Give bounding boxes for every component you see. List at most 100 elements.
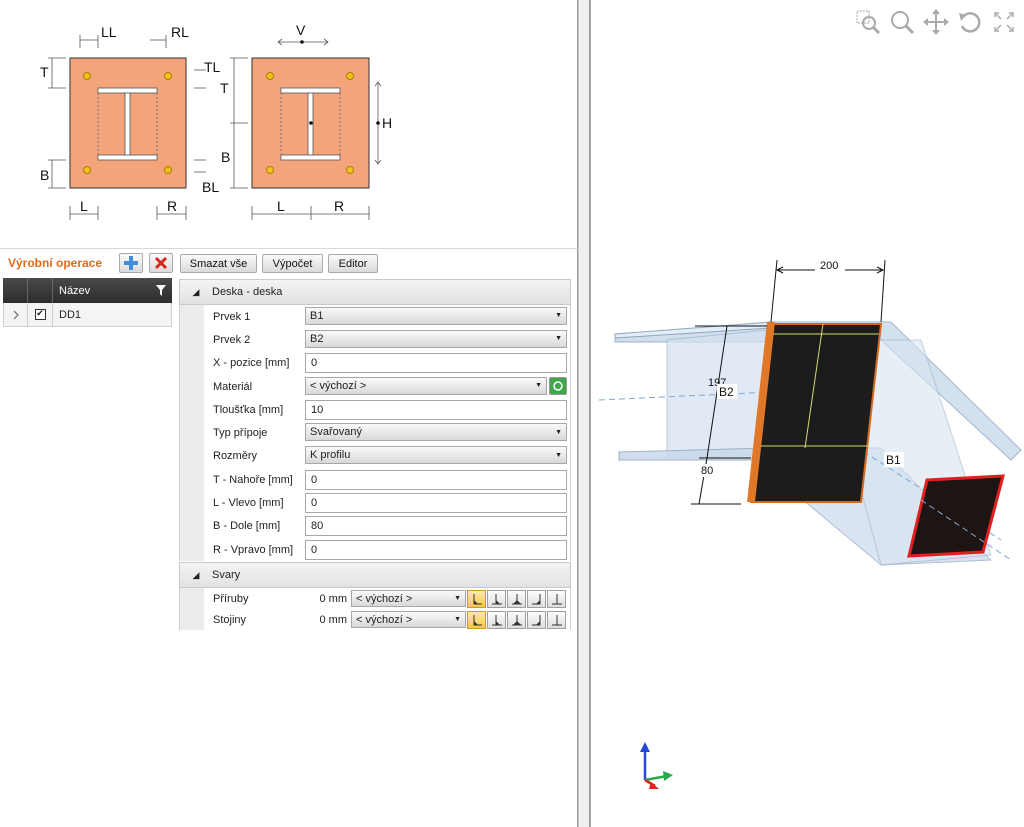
label-l-right: L <box>277 198 285 214</box>
row-name: DD1 <box>59 308 82 321</box>
prvek1-select[interactable]: B1 ▼ <box>305 306 567 325</box>
right-input[interactable]: 0 <box>305 539 567 560</box>
label-r-left: R <box>167 198 177 214</box>
operations-toolbar: Výrobní operace Smazat vše Výpočet Edito… <box>0 252 578 276</box>
prop-row-dimensions: Rozměry K profilu ▼ <box>179 444 571 469</box>
left-input[interactable]: 0 <box>305 493 567 514</box>
weld-type-select[interactable]: < výchozí > ▼ <box>351 590 466 608</box>
weld-right-icon[interactable] <box>527 589 546 608</box>
operations-table: Název ✔ DD1 <box>3 278 172 327</box>
label-h: H <box>382 115 392 131</box>
label-ll: LL <box>101 24 117 40</box>
section-plate-title: Deska - deska <box>212 286 283 298</box>
weld-both-sides-icon[interactable] <box>507 610 526 629</box>
weld-both-sides-icon[interactable] <box>507 589 526 608</box>
table-row[interactable]: ✔ DD1 <box>3 303 172 327</box>
material-refresh-icon[interactable] <box>549 376 567 395</box>
weld-size[interactable]: 0 mm <box>297 614 351 626</box>
add-operation-button[interactable] <box>119 253 143 273</box>
section-welds[interactable]: ◢ Svary <box>179 562 571 589</box>
prop-label: R - Vpravo [mm] <box>213 543 294 556</box>
weld-size[interactable]: 0 mm <box>297 593 351 605</box>
material-select[interactable]: < výchozí > ▼ <box>305 376 547 395</box>
property-grid: ◢ Deska - deska Prvek 1 B1 ▼ Prvek 2 B2 ▼ … <box>179 279 571 631</box>
weld-double-icon[interactable] <box>487 610 506 629</box>
prop-row-thickness: Tloušťka [mm] 10 <box>179 398 571 422</box>
weld-right-icon[interactable] <box>527 610 546 629</box>
prop-label: Rozměry <box>213 450 258 463</box>
prop-row-right: R - Vpravo [mm] 0 <box>179 537 571 562</box>
prop-row-prvek2: Prvek 2 B2 ▼ <box>179 328 571 352</box>
label-b-right: B <box>221 149 230 165</box>
prop-label: Tloušťka [mm] <box>213 403 284 416</box>
prop-row-prvek1: Prvek 1 B1 ▼ <box>179 305 571 329</box>
3d-scene: 200 197 B2 80 B1 <box>598 258 1022 789</box>
delete-x-icon <box>154 256 168 270</box>
weld-fillet-icon[interactable] <box>467 610 486 629</box>
weld-double-icon[interactable] <box>487 589 506 608</box>
diagram-divider <box>0 248 578 249</box>
weld-type-select[interactable]: < výchozí > ▼ <box>351 611 466 629</box>
prop-label: Materiál <box>213 380 253 393</box>
filter-icon[interactable] <box>156 285 166 296</box>
delete-operation-button[interactable] <box>149 253 173 273</box>
prvek2-select[interactable]: B2 ▼ <box>305 329 567 348</box>
prop-row-top: T - Nahoře [mm] 0 <box>179 468 571 492</box>
label-rl: RL <box>171 24 189 40</box>
prop-row-bottom: B - Dole [mm] 80 <box>179 514 571 538</box>
column-name-header: Název <box>59 284 91 297</box>
axis-gizmo-icon <box>640 742 673 789</box>
prop-row-connection-type: Typ přípoje Svařovaný ▼ <box>179 421 571 445</box>
plus-icon <box>124 256 138 270</box>
plate-diagrams-svg: LL RL TL BL T B L R V H T B L R <box>40 22 392 220</box>
thickness-input[interactable]: 10 <box>305 399 567 420</box>
dimensions-select[interactable]: K profilu ▼ <box>305 446 567 465</box>
prop-row-material: Materiál < výchozí > ▼ <box>179 374 571 399</box>
label-v: V <box>296 22 306 38</box>
label-bl: BL <box>202 179 219 195</box>
connection-type-select[interactable]: Svařovaný ▼ <box>305 423 567 442</box>
weld-label: Příruby <box>213 592 249 605</box>
label-tl: TL <box>204 59 221 75</box>
prop-label: X - pozice [mm] <box>213 357 290 370</box>
prop-label: Prvek 1 <box>213 310 251 323</box>
prop-label: Prvek 2 <box>213 333 251 346</box>
prop-row-x-position: X - pozice [mm] 0 <box>179 351 571 375</box>
plate-diagrams: LL RL TL BL T B L R V H T B L R <box>0 0 578 250</box>
dim-bottom-label: 80 <box>701 465 713 477</box>
prop-row-left: L - Vlevo [mm] 0 <box>179 491 571 515</box>
collapse-triangle-icon[interactable]: ◢ <box>180 287 212 298</box>
delete-all-button[interactable]: Smazat vše <box>180 254 257 273</box>
label-l-left: L <box>80 198 88 214</box>
member-b2-label[interactable]: B2 <box>719 385 734 399</box>
top-input[interactable]: 0 <box>305 469 567 490</box>
section-plate[interactable]: ◢ Deska - deska <box>179 279 571 305</box>
weld-row-flanges: Příruby 0 mm < výchozí > ▼ <box>179 588 571 610</box>
row-expand-icon[interactable] <box>4 303 28 326</box>
editor-button[interactable]: Editor <box>328 254 378 273</box>
x-position-input[interactable]: 0 <box>305 353 567 374</box>
3d-viewport[interactable]: 200 197 B2 80 B1 <box>590 0 1024 827</box>
left-pane: LL RL TL BL T B L R V H T B L R Výrobní … <box>0 0 578 827</box>
row-checkbox[interactable]: ✔ <box>34 309 46 320</box>
prop-label: Typ přípoje <box>213 427 268 440</box>
prop-label: T - Nahoře [mm] <box>213 473 293 486</box>
weld-none-icon[interactable] <box>547 610 566 629</box>
dim-width-label: 200 <box>820 260 838 272</box>
label-t-right: T <box>220 80 229 96</box>
section-welds-title: Svary <box>212 569 241 582</box>
label-t-left: T <box>40 64 49 80</box>
prop-label: L - Vlevo [mm] <box>213 497 284 510</box>
operations-table-header: Název <box>3 278 172 303</box>
collapse-triangle-icon[interactable]: ◢ <box>180 570 212 581</box>
member-b1-label[interactable]: B1 <box>886 453 901 467</box>
weld-row-webs: Stojiny 0 mm < výchozí > ▼ <box>179 609 571 631</box>
prop-label: B - Dole [mm] <box>213 520 281 533</box>
bottom-input[interactable]: 80 <box>305 516 567 537</box>
calculate-button[interactable]: Výpočet <box>262 254 323 273</box>
weld-none-icon[interactable] <box>547 589 566 608</box>
weld-fillet-icon[interactable] <box>467 589 486 608</box>
label-b-left: B <box>40 167 49 183</box>
pane-splitter[interactable] <box>578 0 590 827</box>
label-r-right: R <box>334 198 344 214</box>
